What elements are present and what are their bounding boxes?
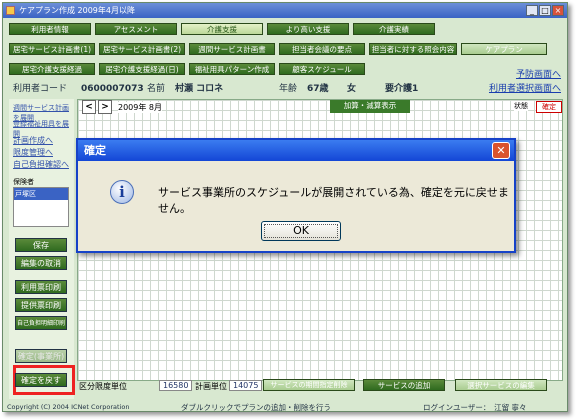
- print-usage-button[interactable]: 利用票印刷: [15, 280, 67, 294]
- bottom-bar: 区分限度単位 16580 計画単位 14075 サービスの期間指定削除 サービス…: [77, 379, 563, 393]
- menu-plan-1[interactable]: 居宅サービス計画書(1): [9, 43, 95, 55]
- menu-higher-support[interactable]: より高い支援: [267, 23, 349, 35]
- menu-inquiry[interactable]: 担当者に対する照会内容: [369, 43, 457, 55]
- confirm-office-button[interactable]: 確定(事業所): [15, 349, 67, 363]
- ok-button[interactable]: OK: [261, 221, 341, 241]
- title-bar: ケアプラン作成 2009年4月以降 _ □ ×: [3, 3, 567, 18]
- minimize-icon[interactable]: _: [526, 5, 538, 16]
- status-label: 状態: [514, 101, 528, 111]
- login-user: ログインユーザー： 江留 寧々: [423, 403, 527, 412]
- menu-plan-2[interactable]: 居宅サービス計画書(2): [99, 43, 185, 55]
- copyright: Copyright (C) 2004 ICNet Corporation: [7, 403, 130, 411]
- confirm-status: 確定: [536, 101, 562, 113]
- confirm-dialog: 確定 ✕ i サービス事業所のスケジュールが展開されている為、確定を元に戻せませ…: [76, 138, 516, 253]
- age-value: 67歳: [307, 84, 329, 94]
- edit-service-button[interactable]: 選択サービスの編集: [455, 379, 547, 391]
- dialog-close-icon[interactable]: ✕: [492, 142, 510, 159]
- insurer-label: 保険者: [13, 178, 34, 186]
- app-icon: [6, 6, 15, 15]
- menu-support-progress[interactable]: 居宅介護支援経過: [9, 63, 95, 75]
- save-button[interactable]: 保存: [15, 238, 67, 252]
- dialog-title: 確定: [84, 144, 106, 157]
- user-name-label: 名前: [147, 84, 166, 94]
- window-title: ケアプラン作成 2009年4月以降: [19, 6, 135, 15]
- link-select-screen[interactable]: 利用者選択画面へ: [489, 82, 561, 97]
- menu-support-progress-daily[interactable]: 居宅介護支援経過(日): [99, 63, 185, 75]
- status-bar: Copyright (C) 2004 ICNet Corporation ダブル…: [3, 401, 567, 413]
- add-service-button[interactable]: サービスの追加: [363, 379, 445, 391]
- dialog-title-bar: 確定 ✕: [78, 140, 514, 161]
- link-next-screen[interactable]: 予防画面へ: [516, 67, 561, 80]
- cancel-edit-button[interactable]: 編集の取消: [15, 256, 67, 270]
- insurer-list[interactable]: 戸塚区: [13, 187, 69, 227]
- plan-value: 14075: [229, 380, 263, 391]
- care-level: 要介護1: [385, 84, 419, 94]
- prev-month-button[interactable]: <: [82, 100, 96, 114]
- link-self-pay[interactable]: 自己負担確認へ: [13, 159, 69, 170]
- user-code: 0600007073: [81, 84, 144, 94]
- link-plan-creation[interactable]: 計画作成へ: [13, 135, 53, 146]
- remove-service-button[interactable]: サービスの期間指定削除: [263, 379, 355, 391]
- menu-meeting-points[interactable]: 担当者会議の要点: [279, 43, 365, 55]
- user-name: 村瀬 コロネ: [175, 84, 224, 94]
- menu-customer-schedule[interactable]: 顧客スケジュール: [279, 63, 365, 75]
- print-selfpay-button[interactable]: 自己負担明細印刷: [15, 316, 67, 330]
- menu-row-3: 居宅介護支援経過 居宅介護支援経過(日) 福祉用具パターン作成 顧客スケジュール: [9, 63, 365, 75]
- window-close-icon[interactable]: ×: [552, 5, 564, 16]
- next-month-button[interactable]: >: [98, 100, 112, 114]
- insurer-list-item[interactable]: 戸塚区: [14, 188, 68, 200]
- left-pane: 週間サービス計画を展開 登録福祉用具を展開 計画作成へ 限度管理へ 自己負担確認…: [9, 99, 75, 399]
- link-limit-mgmt[interactable]: 限度管理へ: [13, 147, 53, 158]
- menu-weekly-plan[interactable]: 週間サービス計画書: [189, 43, 275, 55]
- menu-row-1: 利用者情報 アセスメント 介護支援 より高い支援 介護実績: [9, 23, 435, 35]
- age-label: 年齢: [279, 84, 298, 94]
- sex-value: 女: [347, 84, 357, 94]
- plan-label: 計画単位: [195, 382, 227, 391]
- menu-row-2: 居宅サービス計画書(1) 居宅サービス計画書(2) 週間サービス計画書 担当者会…: [9, 43, 547, 55]
- addsub-button[interactable]: 加算・減算表示: [330, 100, 410, 113]
- menu-careplan[interactable]: ケアプラン: [461, 43, 547, 55]
- hint-text: ダブルクリックでプランの追加・削除を行う: [181, 403, 331, 412]
- month-label: 2009年 8月: [118, 102, 162, 113]
- dialog-message: サービス事業所のスケジュールが展開されている為、確定を元に戻せません。: [158, 186, 509, 215]
- menu-assessment[interactable]: アセスメント: [95, 23, 177, 35]
- print-provision-button[interactable]: 提供票印刷: [15, 298, 67, 312]
- user-info-bar: 利用者コード 0600007073 名前 村瀬 コロネ 年齢 67歳 女 要介護…: [9, 82, 563, 97]
- menu-welfare-pattern[interactable]: 福祉用具パターン作成: [189, 63, 275, 75]
- maximize-icon[interactable]: □: [539, 5, 551, 16]
- limit-value: 16580: [159, 380, 193, 391]
- menu-user-info[interactable]: 利用者情報: [9, 23, 91, 35]
- menu-care-results[interactable]: 介護実績: [353, 23, 435, 35]
- menu-care-support[interactable]: 介護支援: [181, 23, 263, 35]
- user-code-label: 利用者コード: [13, 84, 68, 94]
- undo-confirm-button[interactable]: 確定を戻す: [15, 373, 67, 387]
- limit-label: 区分限度単位: [79, 382, 127, 391]
- info-icon: i: [110, 180, 134, 204]
